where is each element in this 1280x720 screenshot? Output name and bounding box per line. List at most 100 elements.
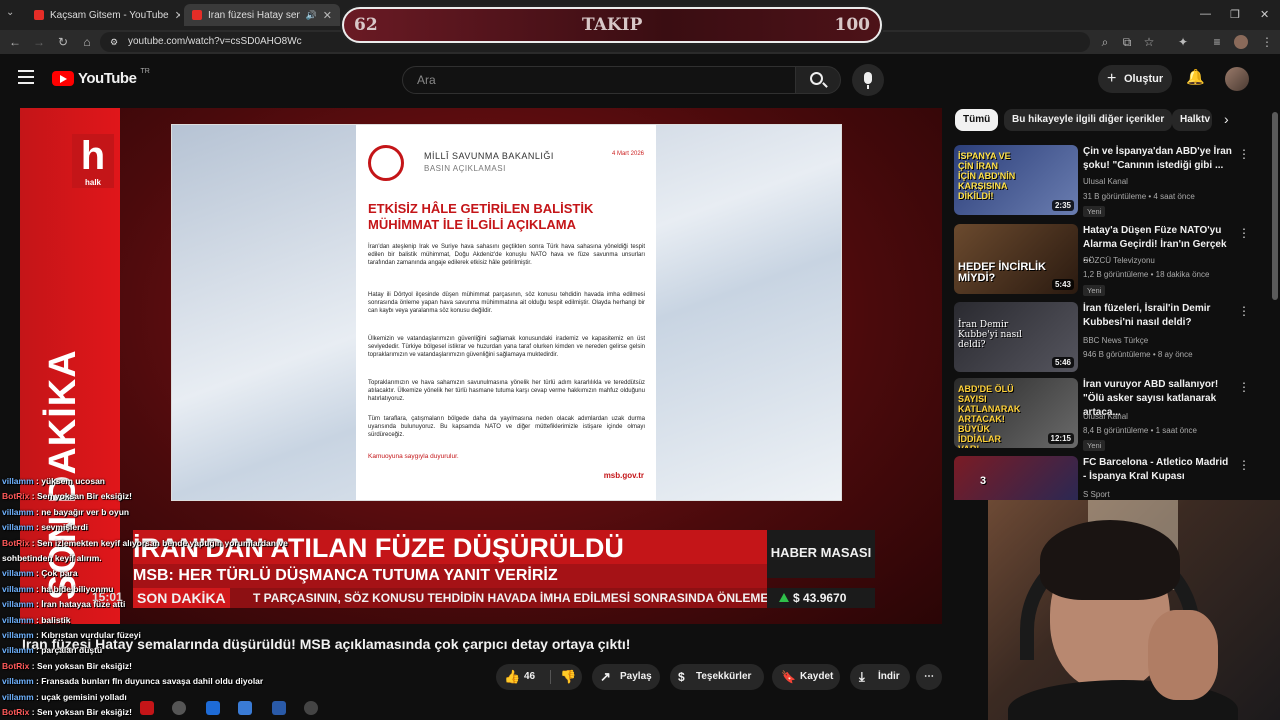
profile-avatar[interactable] bbox=[1232, 33, 1250, 51]
video-menu-icon[interactable]: ⋮ bbox=[1238, 458, 1250, 472]
video-thumbnail[interactable]: İSPANYA VE ÇİN İRAN İÇİN ABD'NİN KARŞISI… bbox=[954, 145, 1078, 215]
tab-title: Kaçsam Gitsem - YouTube bbox=[50, 9, 169, 21]
chat-message: villamm : ha bide biliyonmu bbox=[2, 584, 113, 594]
dollar-rate: $ 43.9670 bbox=[767, 588, 875, 608]
save-button[interactable]: 🔖 Kaydet bbox=[772, 664, 840, 690]
like-button[interactable]: 👍 46 bbox=[496, 664, 550, 690]
plus-icon: + bbox=[1107, 70, 1117, 87]
chat-separator: : bbox=[29, 491, 37, 502]
account-avatar[interactable] bbox=[1225, 67, 1249, 91]
search-button[interactable] bbox=[795, 66, 841, 94]
chat-text: Sen yoksan Bir eksiğiz! bbox=[36, 707, 132, 717]
video-menu-icon[interactable]: ⋮ bbox=[1238, 147, 1250, 161]
recommended-channel[interactable]: BBC News Türkçe bbox=[1083, 336, 1148, 345]
recommended-channel[interactable]: Ulusal Kanal bbox=[1083, 412, 1128, 421]
install-icon[interactable]: ⧉ bbox=[1118, 33, 1136, 51]
app-icon[interactable] bbox=[140, 701, 154, 715]
speaker-icon[interactable]: 🔊 bbox=[306, 10, 317, 21]
chat-username: villamm bbox=[2, 476, 34, 486]
chat-separator: : bbox=[29, 660, 37, 671]
app-icon[interactable] bbox=[272, 701, 286, 715]
chip-related[interactable]: Bu hikayeyle ilgili diğer içerikler bbox=[1004, 109, 1173, 131]
video-thumbnail[interactable]: 3 bbox=[954, 456, 1078, 500]
extensions-icon[interactable]: ✦ bbox=[1174, 33, 1192, 51]
app-icon[interactable] bbox=[304, 701, 318, 715]
chat-message: villamm : yüksem ucosan bbox=[2, 476, 105, 486]
tab-search-button[interactable]: ⌄ bbox=[6, 7, 20, 21]
video-thumbnail[interactable]: HEDEF İNCİRLİK MİYDİ? 5:43 bbox=[954, 224, 1078, 294]
hamburger-menu-icon[interactable] bbox=[18, 70, 34, 84]
create-button[interactable]: + Oluştur bbox=[1098, 65, 1172, 93]
zoom-icon[interactable]: ⌕ bbox=[1096, 33, 1114, 51]
recommended-video[interactable]: İSPANYA VE ÇİN İRAN İÇİN ABD'NİN KARŞISI… bbox=[954, 145, 1254, 217]
recommended-video[interactable]: 3 FC Barcelona - Atletico Madrid - İspan… bbox=[954, 456, 1254, 500]
recommended-title: İran füzeleri, İsrail'in Demir Kubbesi'n… bbox=[1083, 303, 1211, 328]
recommended-video[interactable]: HEDEF İNCİRLİK MİYDİ? 5:43 Hatay'a Düşen… bbox=[954, 224, 1254, 296]
chevron-right-icon[interactable]: › bbox=[1224, 111, 1229, 127]
dislike-button[interactable]: 👎 bbox=[554, 664, 582, 690]
chip-all[interactable]: Tümü bbox=[955, 109, 999, 131]
more-actions-button[interactable]: ⋯ bbox=[916, 664, 942, 690]
chat-text: İran hatayaa füze atti bbox=[41, 599, 126, 610]
minimize-window-icon[interactable]: — bbox=[1200, 8, 1211, 20]
browser-tab-active[interactable]: İran füzesi Hatay semalarında 🔊 ✕ bbox=[184, 4, 340, 26]
close-window-icon[interactable]: ✕ bbox=[1260, 8, 1269, 21]
chat-separator: : bbox=[29, 707, 37, 717]
app-icon[interactable] bbox=[172, 701, 186, 715]
statement-date: 4 Mart 2026 bbox=[611, 151, 644, 157]
share-button[interactable]: ↗ Paylaş bbox=[592, 664, 660, 690]
browser-menu-icon[interactable]: ⋮ bbox=[1258, 33, 1276, 51]
video-menu-icon[interactable]: ⋮ bbox=[1238, 304, 1250, 318]
chat-message: villamm : Fransada bunları fln duyunca s… bbox=[2, 676, 263, 686]
chat-text: ne bayağır ver b oyun bbox=[41, 506, 130, 517]
youtube-logo[interactable]: YouTube TR bbox=[52, 68, 150, 88]
microphone-icon bbox=[864, 72, 872, 84]
sidebar-scrollbar[interactable] bbox=[1272, 112, 1278, 300]
chat-text: balistik bbox=[41, 614, 71, 625]
chat-text: Sen yoksan Bir eksiğiz! bbox=[36, 660, 132, 671]
chat-message: BotRix : Sen yoksan Bir eksiğiz! bbox=[2, 491, 132, 501]
close-tab-icon[interactable]: ✕ bbox=[323, 9, 332, 22]
recommended-channel[interactable]: SÖZCÜ Televizyonu bbox=[1083, 256, 1155, 265]
maximize-window-icon[interactable]: ❐ bbox=[1230, 8, 1240, 21]
chat-username: BotRix bbox=[2, 660, 30, 671]
browser-tab-inactive[interactable]: Kaçsam Gitsem - YouTube ✕ bbox=[26, 4, 180, 26]
back-icon[interactable]: ← bbox=[6, 33, 24, 51]
recommended-channel[interactable]: S Sport bbox=[1083, 490, 1110, 499]
reading-list-icon[interactable]: ≡ bbox=[1208, 33, 1226, 51]
youtube-favicon-icon bbox=[192, 10, 202, 20]
chat-username: villamm bbox=[2, 691, 34, 702]
reload-icon[interactable]: ↻ bbox=[54, 33, 72, 51]
chat-username: BotRix bbox=[2, 707, 30, 717]
app-icon[interactable] bbox=[206, 701, 220, 715]
home-icon[interactable]: ⌂ bbox=[78, 33, 96, 51]
chat-message: BotRix : Sen yoksan Bir eksiğiz! bbox=[2, 707, 132, 717]
close-tab-icon[interactable]: ✕ bbox=[175, 9, 180, 22]
youtube-header: YouTube TR Ara + Oluştur 🔔 bbox=[0, 54, 1280, 104]
recommended-video[interactable]: ABD'DE ÖLÜ SAYISI KATLANARAK ARTACAK! BÜ… bbox=[954, 378, 1254, 451]
chip-halktv[interactable]: Halktv bbox=[1172, 109, 1212, 131]
notifications-bell-icon[interactable]: 🔔 bbox=[1186, 68, 1205, 86]
voice-search-button[interactable] bbox=[852, 64, 884, 96]
channel-logo-name: halk bbox=[84, 178, 101, 187]
search-input[interactable]: Ara bbox=[402, 66, 796, 94]
recommended-video[interactable]: İran Demir Kubbe'yi nasıl deldi? 5:46 İr… bbox=[954, 302, 1254, 374]
tab-title: İran füzesi Hatay semalarında bbox=[208, 9, 300, 21]
video-menu-icon[interactable]: ⋮ bbox=[1238, 226, 1250, 240]
forward-icon[interactable]: → bbox=[30, 33, 48, 51]
app-icon[interactable] bbox=[238, 701, 252, 715]
chat-message: villamm : ne bayağır ver b oyun bbox=[2, 507, 129, 517]
statement-paragraph: Ülkemizin ve vatandaşlarımızın güvenliği… bbox=[368, 336, 645, 359]
site-info-icon[interactable]: ⚙ bbox=[110, 32, 118, 52]
recommended-meta: 1,2 B görüntüleme • 18 dakika önce bbox=[1083, 270, 1210, 279]
share-label: Paylaş bbox=[620, 671, 652, 682]
download-button[interactable]: ⤓ İndir bbox=[850, 664, 910, 690]
video-thumbnail[interactable]: ABD'DE ÖLÜ SAYISI KATLANARAK ARTACAK! BÜ… bbox=[954, 378, 1078, 448]
more-horizontal-icon: ⋯ bbox=[924, 671, 934, 682]
video-menu-icon[interactable]: ⋮ bbox=[1238, 380, 1250, 394]
video-thumbnail[interactable]: İran Demir Kubbe'yi nasıl deldi? 5:46 bbox=[954, 302, 1078, 372]
thumbnail-caption: 3 bbox=[980, 475, 987, 487]
bookmark-star-icon[interactable]: ☆ bbox=[1140, 33, 1158, 51]
recommended-channel[interactable]: Ulusal Kanal bbox=[1083, 177, 1128, 186]
thanks-button[interactable]: $ Teşekkürler bbox=[670, 664, 764, 690]
